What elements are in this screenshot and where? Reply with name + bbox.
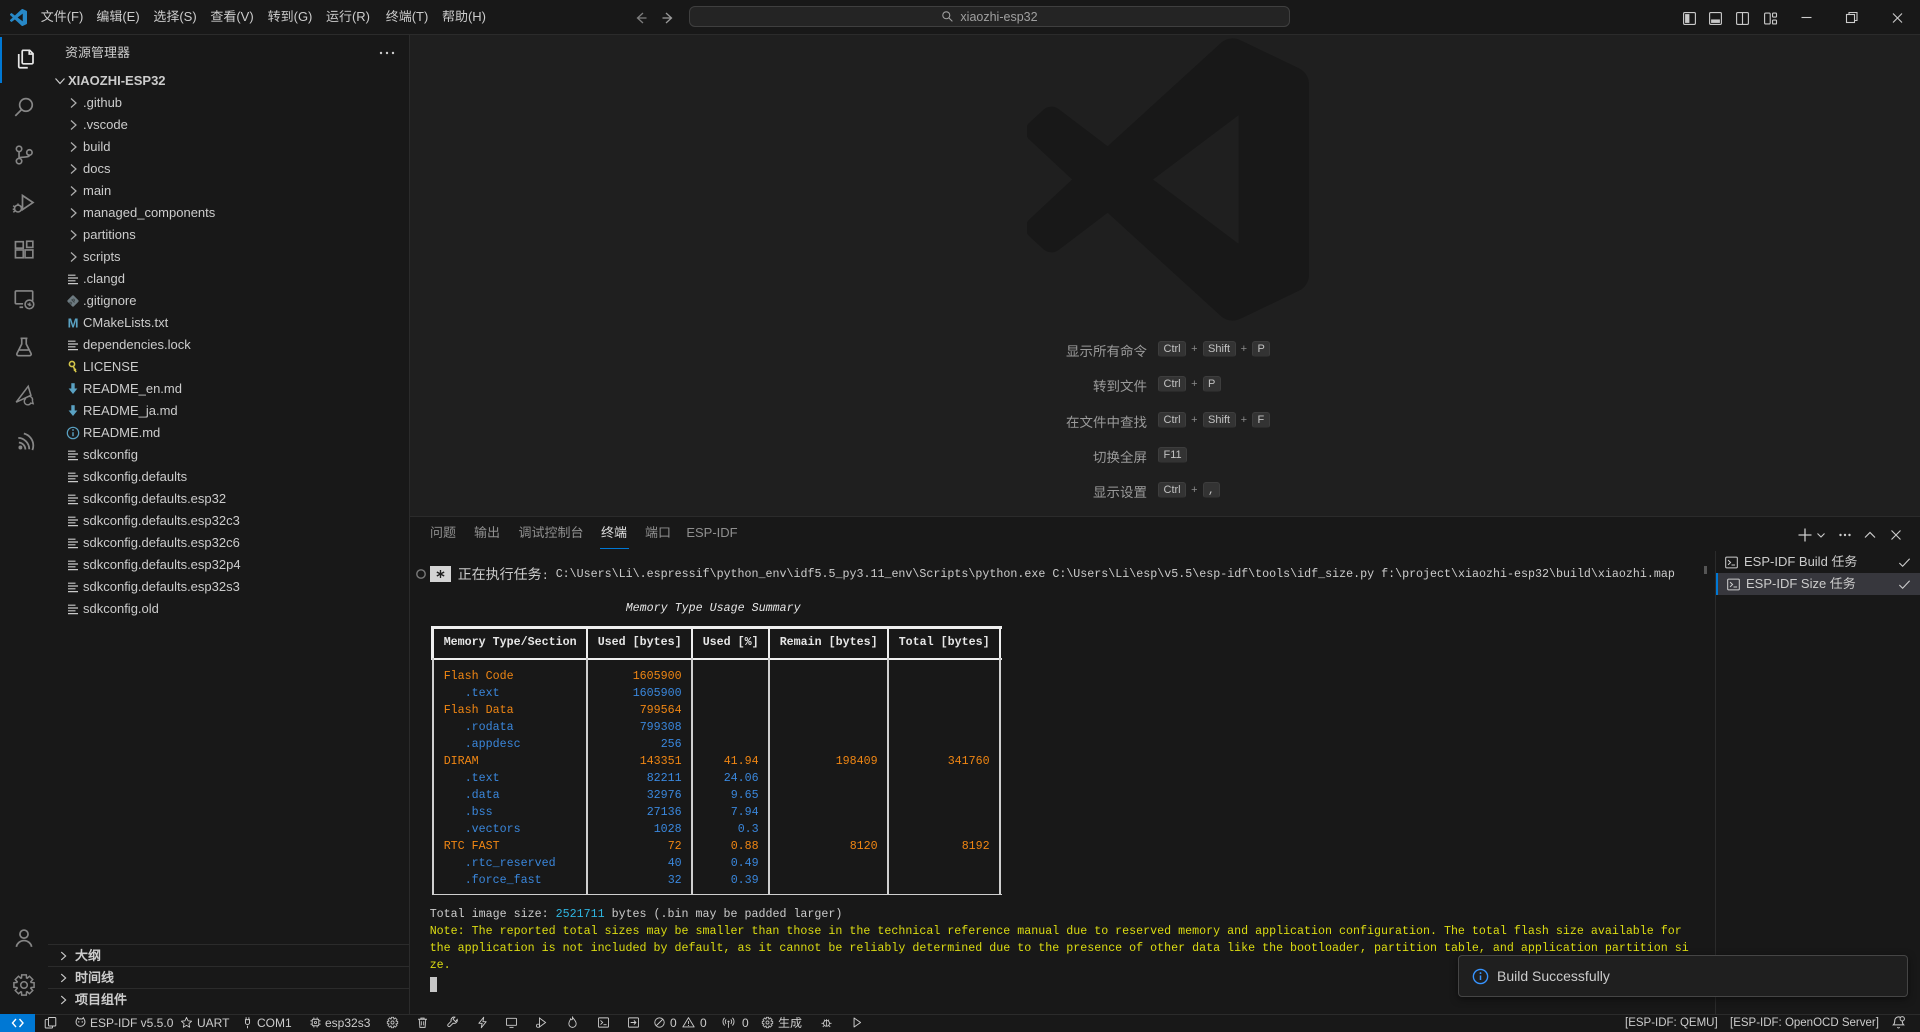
svg-text:M: M [68,316,79,331]
